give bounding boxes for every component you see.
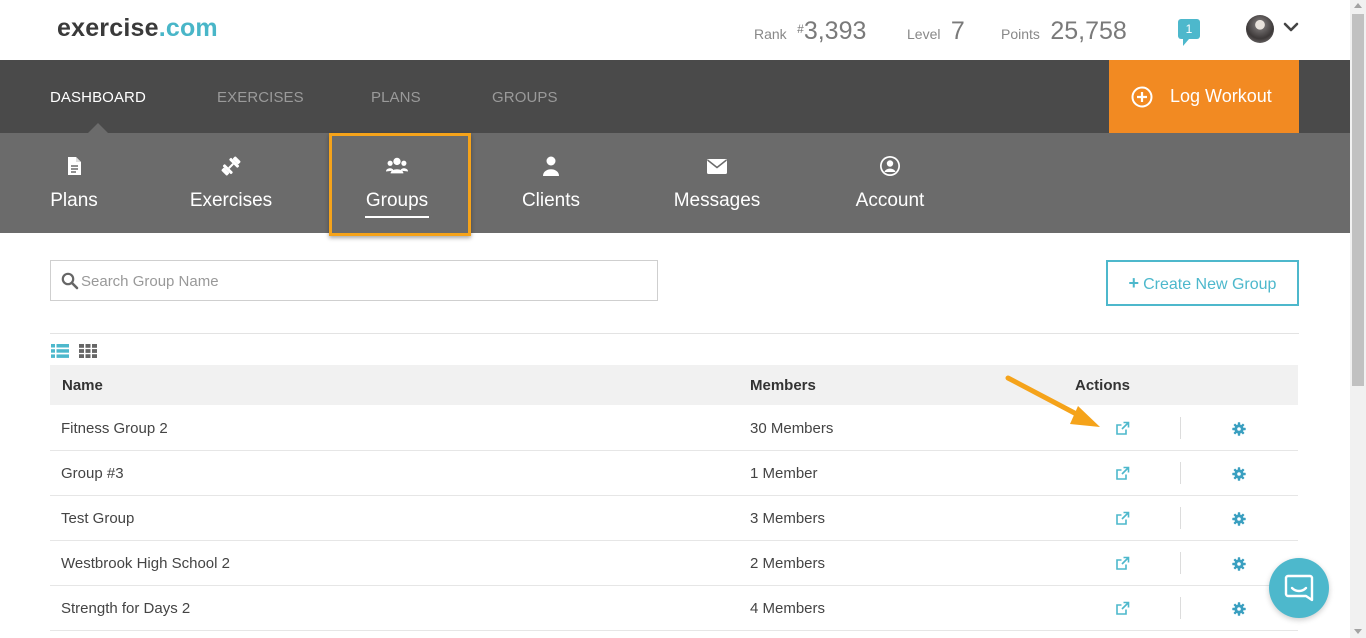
main-nav: DASHBOARD EXERCISES PLANS GROUPS Log Wor… [0, 60, 1350, 133]
group-members: 30 Members [750, 420, 834, 437]
site-logo[interactable]: exercise.com [57, 14, 218, 43]
gear-icon[interactable] [1232, 602, 1246, 616]
level-label: Level [907, 26, 941, 42]
group-name[interactable]: Strength for Days 2 [61, 600, 190, 617]
page: exercise.com Rank #3,393 Level 7 Points … [0, 0, 1366, 638]
rank-label: Rank [754, 26, 787, 42]
subnav-item-messages[interactable]: Messages [662, 133, 772, 233]
action-separator [1180, 462, 1181, 484]
search-box [50, 260, 658, 301]
group-name[interactable]: Fitness Group 2 [61, 420, 168, 437]
account-circle-icon [880, 156, 900, 176]
active-nav-pointer [88, 123, 108, 133]
action-separator [1180, 597, 1181, 619]
notifications-icon[interactable]: 1 [1178, 19, 1200, 46]
gear-icon[interactable] [1232, 422, 1246, 436]
plus-icon: + [1128, 273, 1140, 293]
chat-launcher-button[interactable] [1269, 558, 1329, 618]
plus-circle-icon [1131, 86, 1153, 108]
rank-prefix: # [797, 21, 804, 36]
group-members: 2 Members [750, 555, 826, 572]
list-view-icon[interactable] [51, 344, 69, 358]
rank-stat: Rank #3,393 [754, 17, 866, 46]
table-row: Group #3 1 Member [50, 451, 1298, 496]
points-value: 25,758 [1050, 17, 1127, 45]
external-link-icon[interactable] [1115, 511, 1130, 526]
nav-dashboard[interactable]: DASHBOARD [50, 89, 146, 106]
external-link-icon[interactable] [1115, 421, 1130, 436]
subnav-item-exercises[interactable]: Exercises [180, 133, 282, 233]
dumbbell-icon [221, 156, 241, 176]
group-name[interactable]: Westbrook High School 2 [61, 555, 230, 572]
nav-plans[interactable]: PLANS [371, 89, 421, 106]
logo-text-domain: .com [158, 14, 218, 42]
group-members: 1 Member [750, 465, 818, 482]
document-icon [68, 157, 81, 175]
subnav-item-account[interactable]: Account [843, 133, 937, 233]
content-divider [50, 333, 1299, 334]
top-header: exercise.com Rank #3,393 Level 7 Points … [0, 0, 1350, 60]
group-members: 3 Members [750, 510, 826, 527]
table-row: Westbrook High School 2 2 Members [50, 541, 1298, 586]
gear-icon[interactable] [1232, 557, 1246, 571]
log-workout-label: Log Workout [1170, 86, 1272, 106]
table-header: Name Members Actions [50, 365, 1298, 405]
subnav-label: Account [855, 190, 925, 211]
log-workout-button[interactable]: Log Workout [1109, 60, 1299, 133]
search-icon [61, 272, 79, 290]
groups-highlight-box [329, 133, 471, 236]
action-separator [1180, 417, 1181, 439]
search-input[interactable] [81, 269, 641, 293]
nav-exercises[interactable]: EXERCISES [217, 89, 304, 106]
action-separator [1180, 507, 1181, 529]
nav-groups[interactable]: GROUPS [492, 89, 558, 106]
logo-text-main: exercise [57, 14, 159, 42]
subnav-item-plans[interactable]: Plans [40, 133, 108, 233]
create-new-group-label: Create New Group [1143, 276, 1277, 293]
gear-icon[interactable] [1232, 467, 1246, 481]
grid-view-icon[interactable] [79, 344, 97, 358]
table-row: Strength for Days 2 4 Members [50, 586, 1298, 631]
group-name[interactable]: Test Group [61, 510, 134, 527]
group-name[interactable]: Group #3 [61, 465, 124, 482]
chevron-down-icon[interactable] [1283, 19, 1299, 35]
chat-icon [1284, 574, 1314, 602]
annotation-arrow-icon [1005, 375, 1100, 427]
subnav-label: Exercises [189, 190, 273, 211]
subnav-label: Plans [50, 190, 98, 211]
sub-nav: Plans Exercises Groups Clients Messages … [0, 133, 1350, 233]
group-members: 4 Members [750, 600, 826, 617]
external-link-icon[interactable] [1115, 556, 1130, 571]
user-avatar[interactable] [1246, 15, 1274, 43]
envelope-icon [707, 159, 727, 174]
level-stat: Level 7 [907, 17, 965, 46]
external-link-icon[interactable] [1115, 466, 1130, 481]
table-row: Fitness Group 2 30 Members [50, 406, 1298, 451]
subnav-label: Messages [673, 190, 761, 211]
points-stat: Points 25,758 [1001, 17, 1127, 46]
level-value: 7 [950, 17, 965, 45]
subnav-label: Clients [521, 190, 581, 211]
table-row: Test Group 3 Members [50, 496, 1298, 541]
user-icon [543, 156, 559, 176]
subnav-item-clients[interactable]: Clients [511, 133, 591, 233]
column-header-members[interactable]: Members [750, 377, 816, 394]
create-new-group-button[interactable]: + Create New Group [1106, 260, 1299, 306]
points-label: Points [1001, 26, 1040, 42]
scrollbar-thumb[interactable] [1352, 14, 1364, 386]
scroll-down-arrow-icon[interactable] [1354, 629, 1362, 634]
scroll-up-arrow-icon[interactable] [1354, 3, 1362, 8]
external-link-icon[interactable] [1115, 601, 1130, 616]
gear-icon[interactable] [1232, 512, 1246, 526]
action-separator [1180, 552, 1181, 574]
rank-value: 3,393 [803, 17, 867, 45]
column-header-name[interactable]: Name [62, 377, 103, 394]
